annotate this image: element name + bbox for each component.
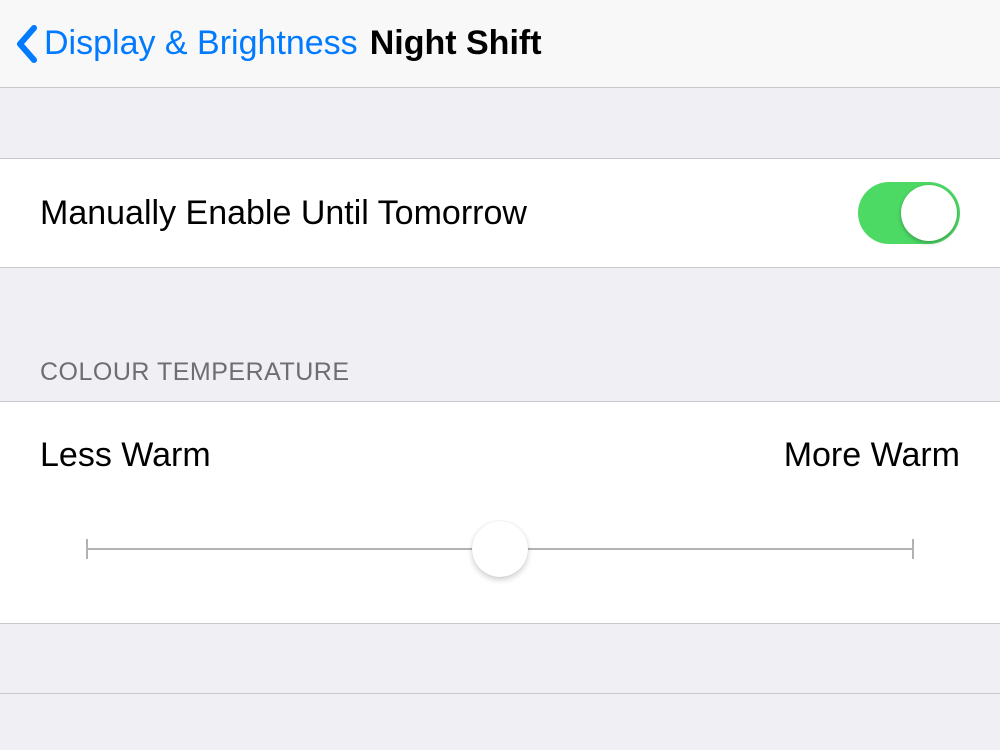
slider-labels: Less Warm More Warm [40,436,960,475]
manual-enable-label: Manually Enable Until Tomorrow [40,194,527,233]
back-label: Display & Brightness [44,24,358,63]
page-title: Night Shift [370,24,542,63]
manual-enable-row: Manually Enable Until Tomorrow [0,158,1000,268]
slider-endcap-left [86,539,88,559]
colour-temperature-row: Less Warm More Warm [0,401,1000,624]
slider-endcap-right [912,539,914,559]
toggle-knob [901,185,957,241]
slider-max-label: More Warm [784,436,960,475]
slider-thumb[interactable] [472,521,528,577]
colour-temperature-header: Colour Temperature [0,268,1000,401]
chevron-left-icon [14,24,38,64]
back-button[interactable]: Display & Brightness [14,24,358,64]
spacer [0,88,1000,158]
colour-temperature-slider[interactable] [86,519,914,579]
manual-enable-toggle[interactable] [858,182,960,244]
spacer [0,624,1000,694]
navbar: Display & Brightness Night Shift [0,0,1000,88]
slider-min-label: Less Warm [40,436,211,475]
